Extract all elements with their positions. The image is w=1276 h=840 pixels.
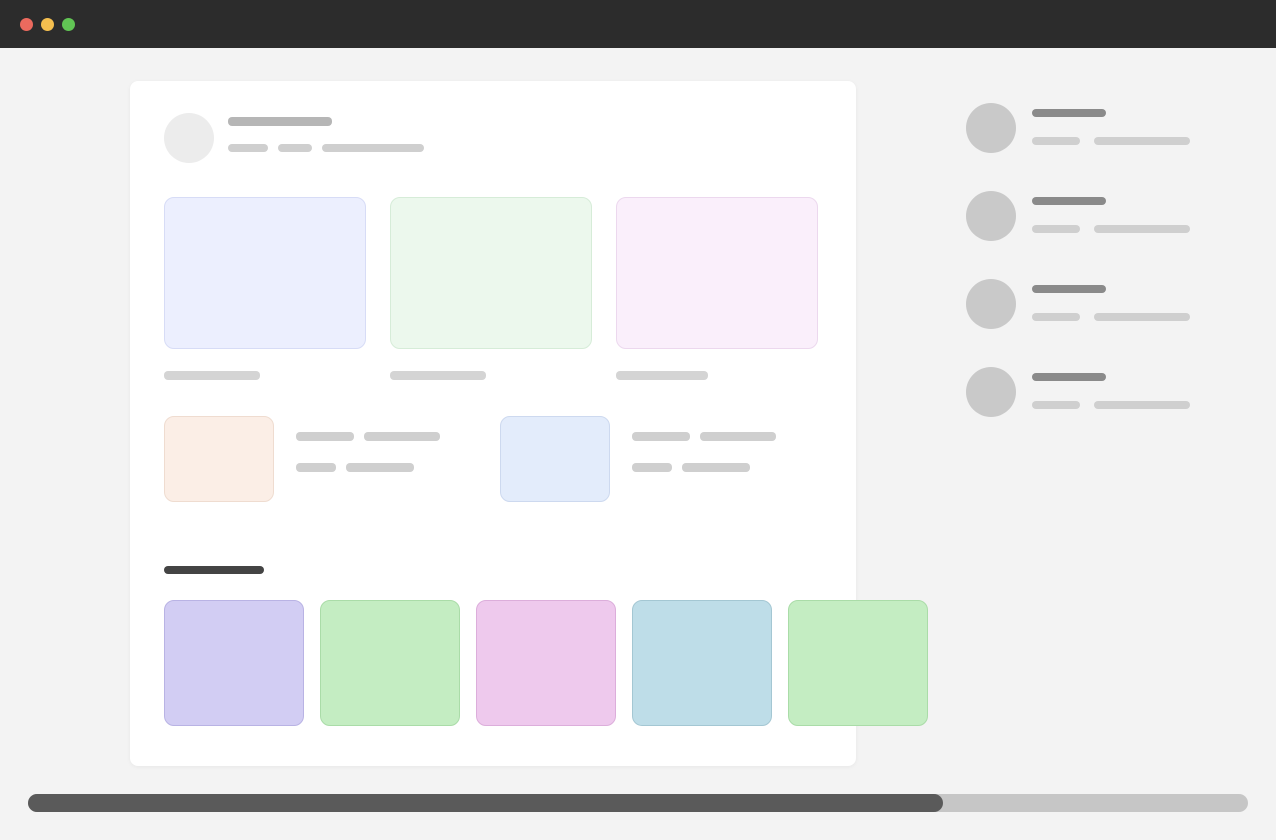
- list-item-text-placeholder: [1032, 313, 1080, 321]
- post-header: [164, 113, 822, 163]
- gallery-caption-placeholder: [390, 371, 486, 380]
- media-item[interactable]: [164, 416, 440, 502]
- post-meta-row: [228, 144, 424, 152]
- gallery-caption-placeholder: [164, 371, 260, 380]
- zoom-icon[interactable]: [62, 18, 75, 31]
- list-item-text-placeholder: [1032, 137, 1080, 145]
- list-item[interactable]: [966, 191, 1246, 241]
- list-item-title-placeholder: [1032, 109, 1106, 117]
- tile-item[interactable]: [476, 600, 616, 726]
- media-text-placeholder: [296, 463, 336, 472]
- media-text-placeholder: [700, 432, 776, 441]
- media-thumbnail: [500, 416, 610, 502]
- gallery-row: [164, 197, 822, 380]
- list-item[interactable]: [966, 279, 1246, 329]
- avatar: [966, 279, 1016, 329]
- list-item-text-placeholder: [1094, 313, 1190, 321]
- list-item[interactable]: [966, 103, 1246, 153]
- tile-item[interactable]: [320, 600, 460, 726]
- close-icon[interactable]: [20, 18, 33, 31]
- gallery-item[interactable]: [390, 197, 592, 380]
- media-text-placeholder: [346, 463, 414, 472]
- list-item-text-placeholder: [1032, 225, 1080, 233]
- post-meta-placeholder: [228, 144, 268, 152]
- media-thumbnail: [164, 416, 274, 502]
- avatar: [966, 103, 1016, 153]
- list-item-text-placeholder: [1032, 401, 1080, 409]
- post-meta-placeholder: [322, 144, 424, 152]
- media-text-placeholder: [632, 432, 690, 441]
- tile-item[interactable]: [632, 600, 772, 726]
- list-item-title-placeholder: [1032, 373, 1106, 381]
- list-item-title-placeholder: [1032, 285, 1106, 293]
- media-text-placeholder: [632, 463, 672, 472]
- avatar: [966, 367, 1016, 417]
- media-text-placeholder: [296, 432, 354, 441]
- author-avatar[interactable]: [164, 113, 214, 163]
- main-card: [130, 81, 856, 766]
- horizontal-scrollbar[interactable]: [28, 794, 1248, 812]
- minimize-icon[interactable]: [41, 18, 54, 31]
- list-item-text-placeholder: [1094, 137, 1190, 145]
- tile-item[interactable]: [164, 600, 304, 726]
- scrollbar-thumb[interactable]: [28, 794, 943, 812]
- gallery-caption-placeholder: [616, 371, 708, 380]
- section-heading-placeholder: [164, 566, 264, 574]
- window-titlebar: [0, 0, 1276, 48]
- sidebar-list: [966, 81, 1246, 455]
- media-text-placeholder: [364, 432, 440, 441]
- media-text-placeholder: [682, 463, 750, 472]
- tile-row[interactable]: [164, 600, 1064, 726]
- post-title-placeholder: [228, 117, 332, 126]
- avatar: [966, 191, 1016, 241]
- list-item[interactable]: [966, 367, 1246, 417]
- gallery-item[interactable]: [616, 197, 818, 380]
- list-item-text-placeholder: [1094, 225, 1190, 233]
- list-item-text-placeholder: [1094, 401, 1190, 409]
- gallery-item[interactable]: [164, 197, 366, 380]
- tile-item[interactable]: [788, 600, 928, 726]
- media-row: [164, 416, 822, 502]
- gallery-thumbnail: [616, 197, 818, 349]
- list-item-title-placeholder: [1032, 197, 1106, 205]
- gallery-thumbnail: [390, 197, 592, 349]
- media-item[interactable]: [500, 416, 776, 502]
- post-meta-placeholder: [278, 144, 312, 152]
- gallery-thumbnail: [164, 197, 366, 349]
